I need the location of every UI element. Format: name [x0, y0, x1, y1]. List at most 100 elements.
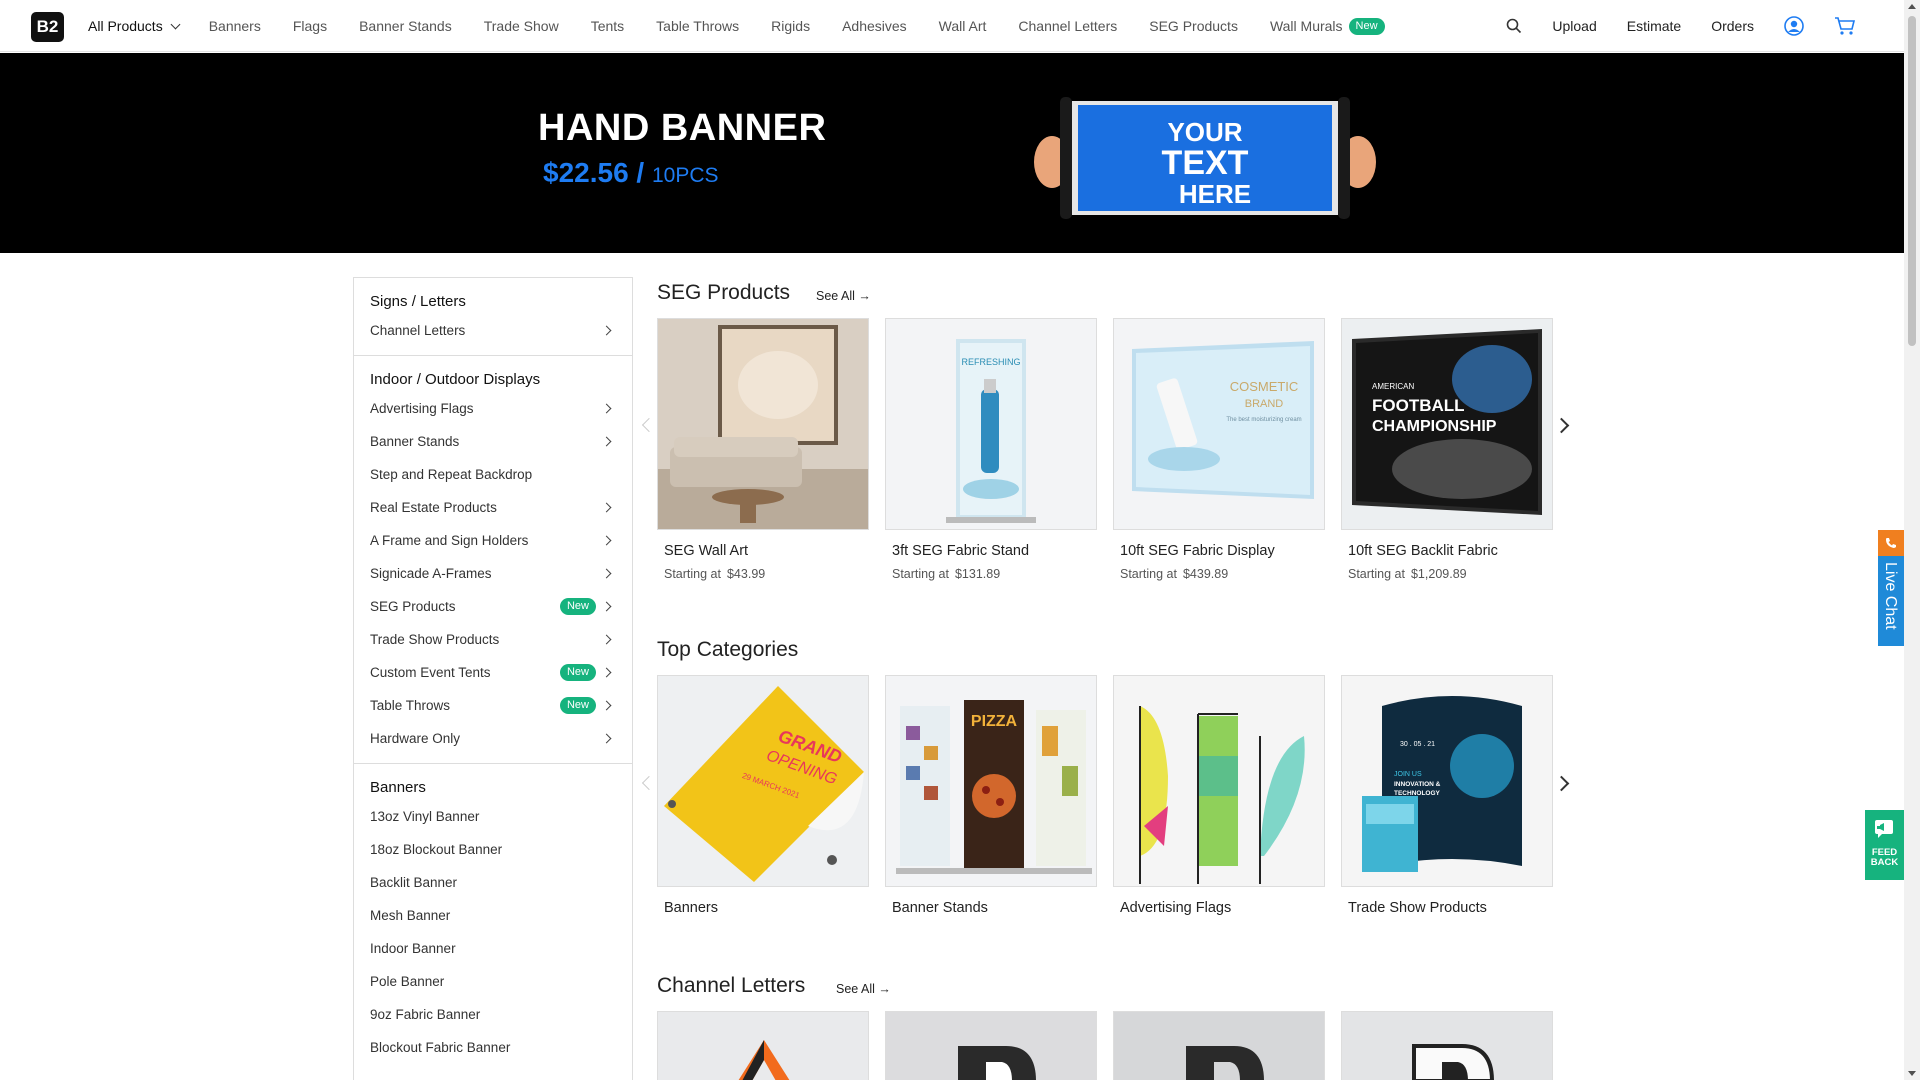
sidebar-item-backlit[interactable]: Backlit Banner: [354, 866, 632, 899]
nav-channel-letters[interactable]: Channel Letters: [1018, 18, 1117, 34]
hero-banner[interactable]: HAND BANNER $22.56 / 10PCS YOUR TEXT HER…: [0, 53, 1904, 253]
orders-link[interactable]: Orders: [1711, 18, 1754, 34]
seg-see-all-link[interactable]: See All →: [816, 289, 871, 303]
nav-table-throws[interactable]: Table Throws: [656, 18, 739, 34]
channel-letter-image[interactable]: [885, 1011, 1097, 1080]
feedback-widget[interactable]: FEED BACK: [1865, 810, 1904, 880]
sidebar-item-label: Signicade A-Frames: [370, 566, 492, 581]
product-card-10ft-seg-display[interactable]: COSMETIC BRAND The best moisturizing cre…: [1113, 318, 1325, 581]
sidebar-item-pole[interactable]: Pole Banner: [354, 965, 632, 998]
sidebar-item-hardware[interactable]: Hardware Only: [354, 722, 632, 755]
category-image[interactable]: PIZZA: [885, 675, 1097, 887]
product-image[interactable]: REFRESHING: [885, 318, 1097, 530]
nav-seg-products[interactable]: SEG Products: [1149, 18, 1238, 34]
scroll-down-icon[interactable]: [1908, 1071, 1916, 1076]
product-image[interactable]: COSMETIC BRAND The best moisturizing cre…: [1113, 318, 1325, 530]
product-card-seg-wall-art[interactable]: SEG Wall Art Starting at $43.99: [657, 318, 869, 581]
product-name[interactable]: SEG Wall Art: [657, 543, 869, 559]
category-image[interactable]: [1113, 675, 1325, 887]
new-badge: New: [559, 664, 596, 681]
live-chat-widget[interactable]: Live Chat: [1878, 530, 1904, 646]
scroll-up-icon[interactable]: [1908, 4, 1916, 9]
nav-tents[interactable]: Tents: [591, 18, 624, 34]
product-name[interactable]: 3ft SEG Fabric Stand: [885, 543, 1097, 559]
category-image[interactable]: GRAND OPENING 29 MARCH 2021: [657, 675, 869, 887]
category-card-trade-show[interactable]: 30 . 05 . 21 JOIN US INNOVATION & TECHNO…: [1341, 675, 1553, 916]
sidebar-item-a-frame[interactable]: A Frame and Sign Holders: [354, 524, 632, 557]
product-card-10ft-seg-backlit[interactable]: AMERICAN FOOTBALL CHAMPIONSHIP 10ft SEG …: [1341, 318, 1553, 581]
new-badge: New: [1348, 17, 1385, 35]
category-name[interactable]: Banners: [657, 900, 869, 916]
carousel-next-icon[interactable]: [1553, 775, 1570, 792]
nav-all-products-label: All Products: [88, 18, 163, 34]
upload-link[interactable]: Upload: [1552, 18, 1596, 34]
channel-see-all-link[interactable]: See All →: [836, 982, 891, 996]
sidebar-item-signicade[interactable]: Signicade A-Frames: [354, 557, 632, 590]
product-name[interactable]: 10ft SEG Backlit Fabric: [1341, 543, 1553, 559]
sidebar-item-9oz-fabric[interactable]: 9oz Fabric Banner: [354, 998, 632, 1031]
user-icon[interactable]: [1784, 16, 1804, 36]
sidebar-item-indoor[interactable]: Indoor Banner: [354, 932, 632, 965]
nav-rigids[interactable]: Rigids: [771, 18, 810, 34]
nav-wall-art[interactable]: Wall Art: [939, 18, 987, 34]
sidebar-item-step-and-repeat[interactable]: Step and Repeat Backdrop: [354, 458, 632, 491]
channel-letter-card[interactable]: [885, 1011, 1097, 1080]
product-card-3ft-seg-stand[interactable]: REFRESHING 3ft SEG Fabric Stand Starting…: [885, 318, 1097, 581]
sidebar-item-channel-letters[interactable]: Channel Letters: [354, 314, 632, 347]
channel-letters-title: Channel Letters: [657, 974, 806, 997]
category-card-banners[interactable]: GRAND OPENING 29 MARCH 2021 Banners: [657, 675, 869, 916]
channel-letter-card[interactable]: [1113, 1011, 1325, 1080]
sidebar-item-label: Trade Show Products: [370, 632, 500, 647]
channel-letter-image[interactable]: [1113, 1011, 1325, 1080]
nav-adhesives[interactable]: Adhesives: [842, 18, 907, 34]
product-image[interactable]: AMERICAN FOOTBALL CHAMPIONSHIP: [1341, 318, 1553, 530]
nav-banners[interactable]: Banners: [209, 18, 261, 34]
price-prefix: Starting at: [892, 567, 949, 581]
channel-letter-card[interactable]: [657, 1011, 869, 1080]
sidebar-item-blockout-fabric[interactable]: Blockout Fabric Banner: [354, 1031, 632, 1064]
category-name[interactable]: Trade Show Products: [1341, 900, 1553, 916]
top-categories-title: Top Categories: [657, 638, 799, 661]
channel-letter-image[interactable]: [657, 1011, 869, 1080]
sidebar-item-seg-products[interactable]: SEG Products New: [354, 590, 632, 623]
carousel-prev-icon[interactable]: [641, 775, 657, 791]
sidebar-item-label: 9oz Fabric Banner: [370, 1007, 481, 1022]
cart-icon[interactable]: [1834, 16, 1856, 36]
nav-wall-murals[interactable]: Wall Murals New: [1270, 17, 1385, 35]
estimate-link[interactable]: Estimate: [1627, 18, 1681, 34]
sidebar-item-event-tents[interactable]: Custom Event Tents New: [354, 656, 632, 689]
sidebar-item-18oz-blockout[interactable]: 18oz Blockout Banner: [354, 833, 632, 866]
sidebar-item-table-throws[interactable]: Table Throws New: [354, 689, 632, 722]
see-all-label: See All: [816, 289, 855, 303]
carousel-next-icon[interactable]: [1553, 417, 1570, 434]
scrollbar-thumb[interactable]: [1908, 16, 1916, 346]
sidebar-item-trade-show[interactable]: Trade Show Products: [354, 623, 632, 656]
category-card-banner-stands[interactable]: PIZZA Banner Stands: [885, 675, 1097, 916]
category-card-advertising-flags[interactable]: Advertising Flags: [1113, 675, 1325, 916]
search-icon[interactable]: [1506, 18, 1522, 34]
category-name[interactable]: Banner Stands: [885, 900, 1097, 916]
sidebar-item-advertising-flags[interactable]: Advertising Flags: [354, 392, 632, 425]
nav-all-products[interactable]: All Products: [88, 18, 181, 34]
page-scrollbar[interactable]: [1904, 0, 1920, 1080]
sidebar-item-banner-stands[interactable]: Banner Stands: [354, 425, 632, 458]
sidebar-item-13oz-vinyl[interactable]: 13oz Vinyl Banner: [354, 800, 632, 833]
carousel-prev-icon[interactable]: [641, 417, 657, 433]
sidebar-item-real-estate[interactable]: Real Estate Products: [354, 491, 632, 524]
price-prefix: Starting at: [664, 567, 721, 581]
channel-letter-image[interactable]: [1341, 1011, 1553, 1080]
logo[interactable]: B2: [31, 12, 64, 42]
nav-banner-stands[interactable]: Banner Stands: [359, 18, 452, 34]
sidebar-item-mesh[interactable]: Mesh Banner: [354, 899, 632, 932]
product-name[interactable]: 10ft SEG Fabric Display: [1113, 543, 1325, 559]
category-name[interactable]: Advertising Flags: [1113, 900, 1325, 916]
category-image[interactable]: 30 . 05 . 21 JOIN US INNOVATION & TECHNO…: [1341, 675, 1553, 887]
price-value: $43.99: [726, 567, 766, 581]
nav-trade-show[interactable]: Trade Show: [484, 18, 559, 34]
sidebar-item-label: Pole Banner: [370, 974, 445, 989]
nav-flags[interactable]: Flags: [293, 18, 327, 34]
sidebar-item-label: Table Throws: [370, 698, 451, 713]
channel-letter-card[interactable]: [1341, 1011, 1553, 1080]
display-image-text-1: COSMETIC: [1230, 379, 1299, 394]
product-image[interactable]: [657, 318, 869, 530]
